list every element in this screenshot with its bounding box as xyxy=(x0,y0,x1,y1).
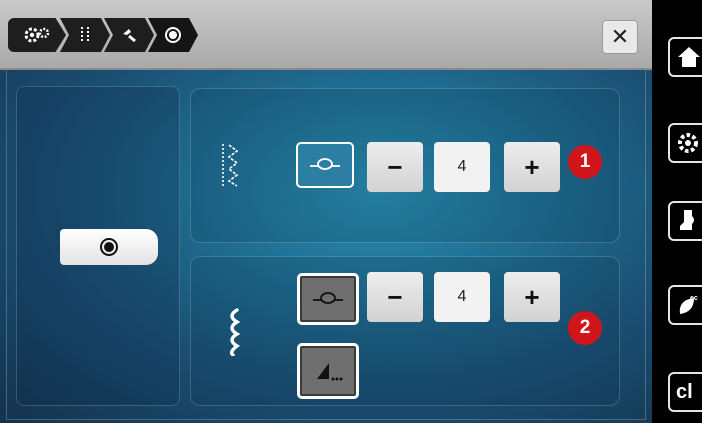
needle-icon xyxy=(123,29,136,43)
securing-toggle-2[interactable] xyxy=(297,273,359,325)
callout-number-2: 2 xyxy=(579,317,591,338)
clear-label: cl xyxy=(676,380,693,403)
breadcrumb-settings[interactable] xyxy=(8,18,66,52)
breadcrumb xyxy=(8,18,198,52)
close-button[interactable]: ✕ xyxy=(602,20,638,54)
decrease-button-2[interactable]: − xyxy=(367,272,423,322)
knot-icon xyxy=(313,292,343,304)
settings-icon xyxy=(678,133,698,153)
eco-icon: ec xyxy=(679,295,698,314)
presser-foot-button[interactable] xyxy=(668,201,702,241)
stitch-count-text-2: 4 xyxy=(457,288,467,305)
sewing-machine-screen: ✕ − 4 + 1 − 4 + 2 ec cl xyxy=(0,0,702,423)
secure-function-button[interactable] xyxy=(60,229,158,265)
satin-stitch-icon xyxy=(229,308,241,356)
minus-icon: − xyxy=(387,281,403,312)
decrease-button-1[interactable]: − xyxy=(367,142,423,192)
taper-icon xyxy=(317,363,343,381)
minus-icon: − xyxy=(387,151,403,182)
record-icon xyxy=(100,238,118,256)
stitch-count-text-1: 4 xyxy=(457,158,467,175)
securing-toggle-1[interactable] xyxy=(296,142,354,188)
settings-button[interactable] xyxy=(668,123,702,163)
stitch-count-value-1: 4 xyxy=(434,142,490,192)
stitch-settings-dialog: ✕ − 4 + 1 − 4 + 2 xyxy=(0,0,652,423)
straight-stitch-icon xyxy=(81,27,89,43)
eco-button[interactable]: ec xyxy=(668,285,702,325)
increase-button-1[interactable]: + xyxy=(504,142,560,192)
clear-button[interactable]: cl xyxy=(668,372,702,412)
taper-toggle-2[interactable] xyxy=(297,343,359,399)
callout-number-1: 1 xyxy=(579,151,591,172)
plus-icon: + xyxy=(524,151,540,182)
knot-icon xyxy=(310,158,340,170)
plus-icon: + xyxy=(524,281,540,312)
breadcrumb-needle[interactable] xyxy=(104,18,154,52)
breadcrumb-current[interactable] xyxy=(148,18,198,52)
increase-button-2[interactable]: + xyxy=(504,272,560,322)
stitch-count-value-2: 4 xyxy=(434,272,490,322)
svg-text:ec: ec xyxy=(690,295,698,302)
dialog-header: ✕ xyxy=(0,0,652,70)
record-icon xyxy=(165,27,181,43)
zigzag-stitch-icon xyxy=(222,144,239,187)
close-icon: ✕ xyxy=(610,24,630,49)
right-sidebar: ec cl xyxy=(652,0,702,423)
home-icon xyxy=(678,47,700,67)
presser-foot-icon xyxy=(680,210,694,230)
home-button[interactable] xyxy=(668,37,702,77)
callout-badge-1: 1 xyxy=(568,145,602,179)
settings-gears-icon xyxy=(24,27,50,43)
breadcrumb-stitch[interactable] xyxy=(60,18,110,52)
callout-badge-2: 2 xyxy=(568,311,602,345)
